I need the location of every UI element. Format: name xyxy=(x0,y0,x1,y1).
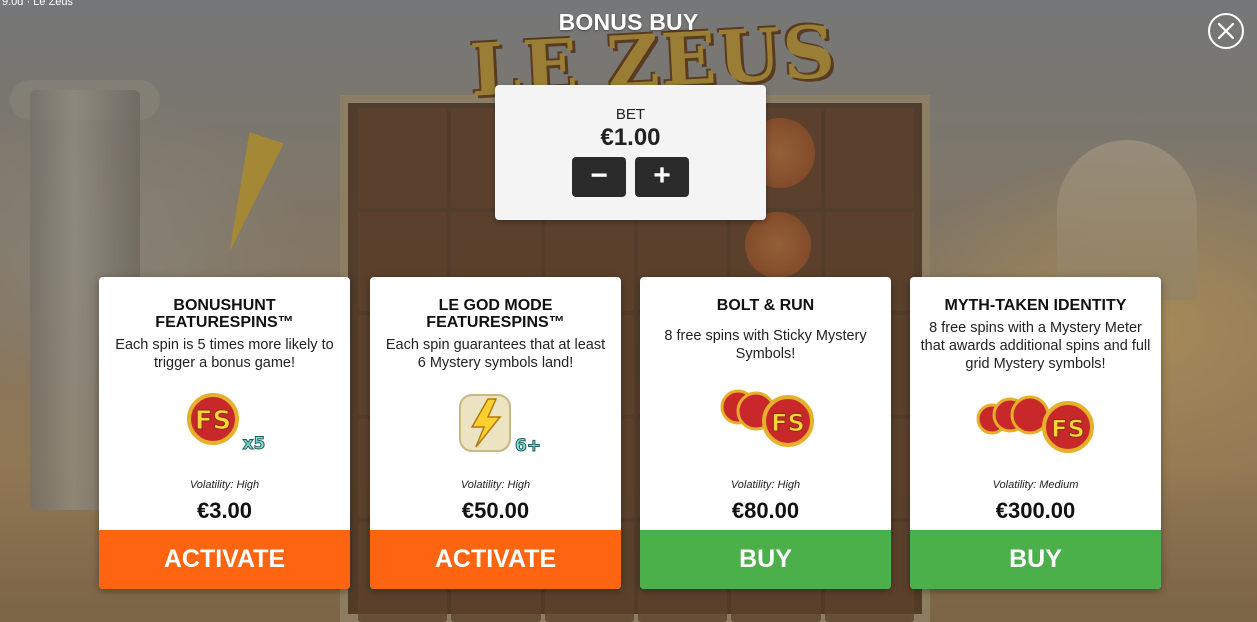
volatility-label: Volatility: High xyxy=(460,479,531,491)
decrease-bet-button[interactable]: − xyxy=(572,157,626,197)
price-label: €3.00 xyxy=(196,498,253,523)
svg-text:x5: x5 xyxy=(243,434,266,454)
feature-card-bolt-run: BOLT & RUN 8 free spins with Sticky Myst… xyxy=(640,277,891,589)
card-title: MYTH-TAKEN IDENTITY xyxy=(944,297,1127,314)
svg-text:FS: FS xyxy=(771,409,805,437)
increase-bet-button[interactable]: + xyxy=(635,157,689,197)
fs-x5-icon: FS x5 xyxy=(99,389,350,469)
bet-value: €1.00 xyxy=(600,124,661,151)
bet-panel: BET €1.00 − + xyxy=(495,85,766,220)
close-icon xyxy=(1218,23,1234,39)
price-label: €300.00 xyxy=(995,498,1076,523)
close-button[interactable] xyxy=(1208,13,1244,49)
card-title: BONUSHUNT FEATURESPINS™ xyxy=(155,297,294,331)
card-title: LE GOD MODE FEATURESPINS™ xyxy=(426,297,565,331)
svg-text:FS: FS xyxy=(195,406,232,436)
price-label: €50.00 xyxy=(461,498,530,523)
fs-coins-4-icon: FS xyxy=(910,389,1161,469)
version-label: 9.0d · Le Zeus xyxy=(2,0,73,8)
feature-card-god-mode: LE GOD MODE FEATURESPINS™ Each spin guar… xyxy=(370,277,621,589)
card-title: BOLT & RUN xyxy=(716,297,815,314)
card-description: Each spin is 5 times more likely to trig… xyxy=(115,337,334,371)
volatility-label: Volatility: High xyxy=(189,479,260,491)
buy-button[interactable]: BUY xyxy=(640,530,891,589)
card-description: Each spin guarantees that at least 6 Mys… xyxy=(385,337,606,371)
fs-coins-3-icon: FS xyxy=(640,389,891,469)
activate-button[interactable]: ACTIVATE xyxy=(370,530,621,589)
modal-title: BONUS BUY xyxy=(558,9,699,35)
svg-text:6+: 6+ xyxy=(515,436,541,456)
activate-button[interactable]: ACTIVATE xyxy=(99,530,350,589)
bet-label: BET xyxy=(615,106,646,123)
card-description: 8 free spins with a Mystery Meter that a… xyxy=(920,320,1151,372)
mystery-bolt-icon: 6+ xyxy=(370,389,621,469)
price-label: €80.00 xyxy=(731,498,800,523)
svg-text:FS: FS xyxy=(1051,415,1085,443)
feature-card-bonushunt: BONUSHUNT FEATURESPINS™ Each spin is 5 t… xyxy=(99,277,350,589)
volatility-label: Volatility: Medium xyxy=(992,479,1079,491)
buy-button[interactable]: BUY xyxy=(910,530,1161,589)
feature-card-myth-taken: MYTH-TAKEN IDENTITY 8 free spins with a … xyxy=(910,277,1161,589)
card-description: 8 free spins with Sticky Mystery Symbols… xyxy=(664,328,867,362)
volatility-label: Volatility: High xyxy=(730,479,801,491)
